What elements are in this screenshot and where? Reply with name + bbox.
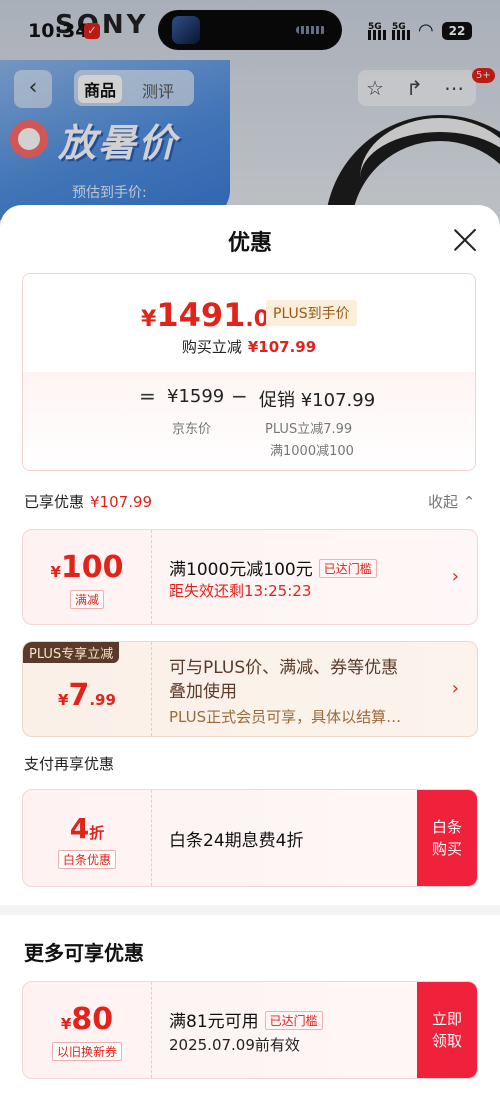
coupon-amount-area: ¥100 满减 <box>23 530 152 624</box>
coupon-amount-area: 4折 白条优惠 <box>23 790 152 886</box>
final-price: ¥1491.01 <box>141 296 284 334</box>
coupon-amount: ¥7.99 <box>23 678 151 713</box>
coupon-title: 满81元可用 已达门槛 <box>169 1007 323 1032</box>
modal-overlay[interactable] <box>0 0 500 240</box>
discount-label: 购买立减 <box>181 338 242 356</box>
coupon-amount: ¥80 <box>23 1002 151 1037</box>
claim-coupon-button[interactable]: 立即 领取 <box>417 982 477 1078</box>
button-label-line1: 白条 <box>431 818 462 836</box>
coupon-amount-value: 80 <box>71 1002 114 1037</box>
button-label-line1: 立即 <box>431 1010 462 1028</box>
coupon-title: 白条24期息费4折 <box>169 831 304 851</box>
coupon-countdown: 距失效还剩13:25:23 <box>169 582 312 600</box>
baitiao-buy-button[interactable]: 白条 购买 <box>417 790 477 886</box>
coupon-amount-value: 4 <box>69 812 90 845</box>
coupon-title: 满1000元减100元 已达门槛 <box>169 555 377 580</box>
coupon-amount-decimal: .99 <box>89 691 116 709</box>
price-breakdown-area <box>23 372 475 470</box>
coupon-full-reduction[interactable]: ¥100 满减 满1000元减100元 已达门槛 距失效还剩13:25:23 › <box>22 529 478 625</box>
coupon-amount-area: ¥7.99 <box>23 642 152 736</box>
coupon-amount-value: 100 <box>60 550 124 585</box>
coupon-title-text: 满81元可用 <box>169 1012 259 1032</box>
coupon-plus-exclusive[interactable]: PLUS专享立减 ¥7.99 可与PLUS价、满减、券等优惠 叠加使用 PLUS… <box>22 641 478 737</box>
price-summary-card: ¥1491.01 PLUS到手价 购买立减 ¥107.99 = ¥1599 − 促… <box>22 273 476 471</box>
currency-symbol: ¥ <box>141 307 157 332</box>
coupon-yen: ¥ <box>50 563 61 581</box>
coupon-type-label: 白条优惠 <box>57 850 117 869</box>
coupon-yen: ¥ <box>60 1015 72 1033</box>
coupon-amount: 4折 <box>23 812 151 845</box>
threshold-reached-tag: 已达门槛 <box>264 1011 323 1030</box>
coupon-amount-value: 7 <box>68 678 90 713</box>
promo-detail-full-reduction: 满1000减100 <box>270 444 354 459</box>
pay-section-title: 支付再享优惠 <box>24 755 115 773</box>
close-icon[interactable] <box>452 227 478 253</box>
chevron-right-icon[interactable]: › <box>452 678 459 699</box>
chevron-right-icon[interactable]: › <box>452 566 459 587</box>
enjoyed-discount-row: 已享优惠 ¥107.99 <box>24 491 152 512</box>
enjoyed-value: ¥107.99 <box>90 493 153 511</box>
enjoyed-label: 已享优惠 <box>24 493 85 511</box>
coupon-title-line2: 叠加使用 <box>169 682 237 702</box>
coupon-type-label: 以旧换新券 <box>51 1042 123 1061</box>
promo-value: ¥107.99 <box>300 390 376 411</box>
final-price-integer: 1491 <box>156 296 246 334</box>
button-label-line2: 购买 <box>431 840 462 858</box>
coupon-unit: 折 <box>89 824 105 842</box>
coupon-yen: ¥ <box>58 691 69 709</box>
coupon-baitiao: 4折 白条优惠 白条24期息费4折 白条购买 <box>22 789 478 887</box>
coupon-validity: 2025.07.09前有效 <box>169 1036 300 1054</box>
coupon-amount: ¥100 <box>23 550 151 585</box>
collapse-toggle[interactable]: 收起 ⌃ <box>428 491 475 512</box>
coupon-amount-area: ¥80 以旧换新券 <box>23 982 152 1078</box>
discount-summary: 购买立减 ¥107.99 <box>23 336 475 357</box>
base-price-label: 京东价 <box>172 422 212 437</box>
base-price: ¥1599 <box>167 386 225 407</box>
equals-sign: = <box>139 384 156 408</box>
button-label-line2: 领取 <box>431 1032 462 1050</box>
promo-discount: 促销 ¥107.99 <box>259 386 375 412</box>
coupon-title-line1: 可与PLUS价、满减、券等优惠 <box>169 658 399 678</box>
coupon-type-label: 满减 <box>69 590 105 609</box>
coupon-trade-in: ¥80 以旧换新券 满81元可用 已达门槛 2025.07.09前有效 立即领取 <box>22 981 478 1079</box>
section-divider <box>0 905 500 915</box>
coupon-plus-note: PLUS正式会员可享，具体以结算… <box>169 708 402 726</box>
sheet-title: 优惠 <box>227 231 272 256</box>
promo-label: 促销 <box>259 390 295 411</box>
coupon-title: 可与PLUS价、满减、券等优惠 叠加使用 <box>169 656 398 704</box>
discount-sheet: 优惠 ¥1491.01 PLUS到手价 购买立减 ¥107.99 = ¥1599 … <box>0 205 500 1111</box>
plus-price-tag: PLUS到手价 <box>266 300 357 326</box>
threshold-reached-tag: 已达门槛 <box>318 559 377 578</box>
discount-value: ¥107.99 <box>247 338 317 356</box>
coupon-title-text: 满1000元减100元 <box>169 560 313 580</box>
more-section-title: 更多可享优惠 <box>24 941 144 965</box>
promo-detail-plus: PLUS立减7.99 <box>265 422 353 437</box>
minus-sign: − <box>231 384 248 408</box>
